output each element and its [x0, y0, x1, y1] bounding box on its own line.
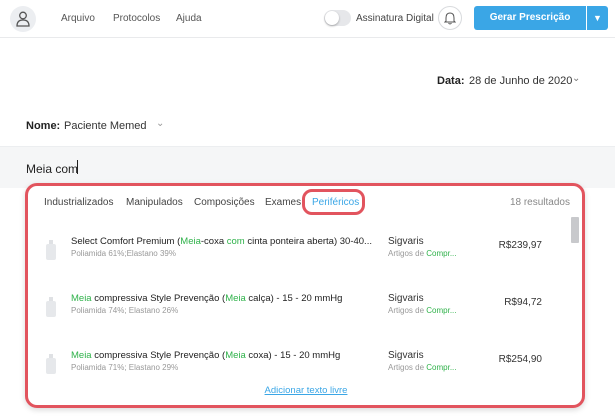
- search-bar: Meia com: [0, 146, 615, 188]
- text-segment: coxa) - 15 - 20 mmHg: [245, 350, 341, 361]
- search-match-text: Compr...: [426, 363, 457, 372]
- tab-annotation-outline: [302, 189, 365, 215]
- results-count: 18 resultados: [509, 197, 570, 208]
- menu-protocolos[interactable]: Protocolos: [113, 13, 160, 24]
- add-free-text-link[interactable]: Adicionar texto livre: [28, 385, 582, 396]
- user-icon: [16, 11, 30, 27]
- search-match-text: com: [226, 236, 245, 247]
- text-segment: -coxa: [200, 236, 227, 247]
- search-match-text: Meia: [180, 236, 201, 247]
- bell-icon: [444, 12, 456, 25]
- text-segment: Artigos de: [388, 249, 427, 258]
- product-name: Select Comfort Premium (Meia-coxa com ci…: [71, 236, 372, 247]
- top-bar: Arquivo Protocolos Ajuda Assinatura Digi…: [0, 0, 615, 38]
- chevron-down-icon[interactable]: ⌄: [572, 73, 580, 84]
- text-segment: Artigos de: [388, 306, 427, 315]
- user-avatar-button[interactable]: [10, 6, 36, 32]
- product-brand: Sigvaris: [388, 293, 424, 304]
- tab-industrializados[interactable]: Industrializados: [44, 197, 113, 208]
- product-composition: Poliamida 74%; Elastano 26%: [71, 306, 179, 315]
- toggle-knob: [325, 11, 339, 25]
- product-composition: Poliamida 71%; Elastano 29%: [71, 363, 179, 372]
- text-cursor: [77, 160, 78, 174]
- menu-ajuda[interactable]: Ajuda: [176, 13, 202, 24]
- result-row[interactable]: Meia compressiva Style Prevenção (Meia c…: [28, 287, 576, 343]
- date-value[interactable]: 28 de Junho de 2020: [469, 75, 572, 87]
- search-match-text: Compr...: [426, 306, 457, 315]
- product-bottle-icon: [46, 240, 56, 260]
- product-category: Artigos de Compr...: [388, 306, 456, 315]
- caret-down-icon: ▼: [593, 13, 602, 23]
- search-match-text: Compr...: [426, 249, 457, 258]
- product-brand: Sigvaris: [388, 236, 424, 247]
- search-match-text: Meia: [71, 293, 92, 304]
- search-match-text: Meia: [71, 350, 92, 361]
- text-segment: compressiva Style Prevenção (: [91, 293, 226, 304]
- product-bottle-icon: [46, 297, 56, 317]
- notifications-button[interactable]: [438, 6, 462, 30]
- digital-signature-label: Assinatura Digital: [356, 13, 434, 24]
- product-category: Artigos de Compr...: [388, 249, 456, 258]
- date-label: Data:: [437, 75, 465, 87]
- text-segment: compressiva Style Prevenção (: [91, 350, 226, 361]
- product-brand: Sigvaris: [388, 350, 424, 361]
- text-segment: cinta ponteira aberta) 30-40...: [244, 236, 372, 247]
- patient-label: Nome:: [26, 120, 61, 132]
- product-price: R$239,97: [498, 240, 542, 251]
- product-name: Meia compressiva Style Prevenção (Meia c…: [71, 350, 340, 361]
- product-category: Artigos de Compr...: [388, 363, 456, 372]
- search-match-text: Meia: [225, 293, 246, 304]
- product-name: Meia compressiva Style Prevenção (Meia c…: [71, 293, 342, 304]
- product-price: R$94,72: [504, 297, 542, 308]
- text-segment: Select Comfort Premium (: [71, 236, 181, 247]
- tab-composicoes[interactable]: Composições: [194, 197, 255, 208]
- results-dropdown: Industrializados Manipulados Composições…: [25, 183, 585, 408]
- generate-prescription-button[interactable]: Gerar Prescrição: [474, 6, 586, 30]
- product-bottle-icon: [46, 354, 56, 374]
- result-row[interactable]: Select Comfort Premium (Meia-coxa com ci…: [28, 230, 576, 286]
- patient-name[interactable]: Paciente Memed: [64, 120, 147, 132]
- text-segment: Artigos de: [388, 363, 427, 372]
- menu-arquivo[interactable]: Arquivo: [61, 13, 95, 24]
- text-segment: calça) - 15 - 20 mmHg: [245, 293, 343, 304]
- generate-prescription-dropdown[interactable]: ▼: [587, 6, 608, 30]
- digital-signature-toggle[interactable]: [324, 10, 351, 26]
- search-input[interactable]: Meia com: [26, 162, 78, 176]
- tab-manipulados[interactable]: Manipulados: [126, 197, 183, 208]
- product-composition: Poliamida 61%;Elastano 39%: [71, 249, 176, 258]
- product-price: R$254,90: [498, 354, 542, 365]
- tab-exames[interactable]: Exames: [265, 197, 301, 208]
- chevron-down-icon[interactable]: ⌄: [156, 118, 164, 129]
- search-match-text: Meia: [225, 350, 246, 361]
